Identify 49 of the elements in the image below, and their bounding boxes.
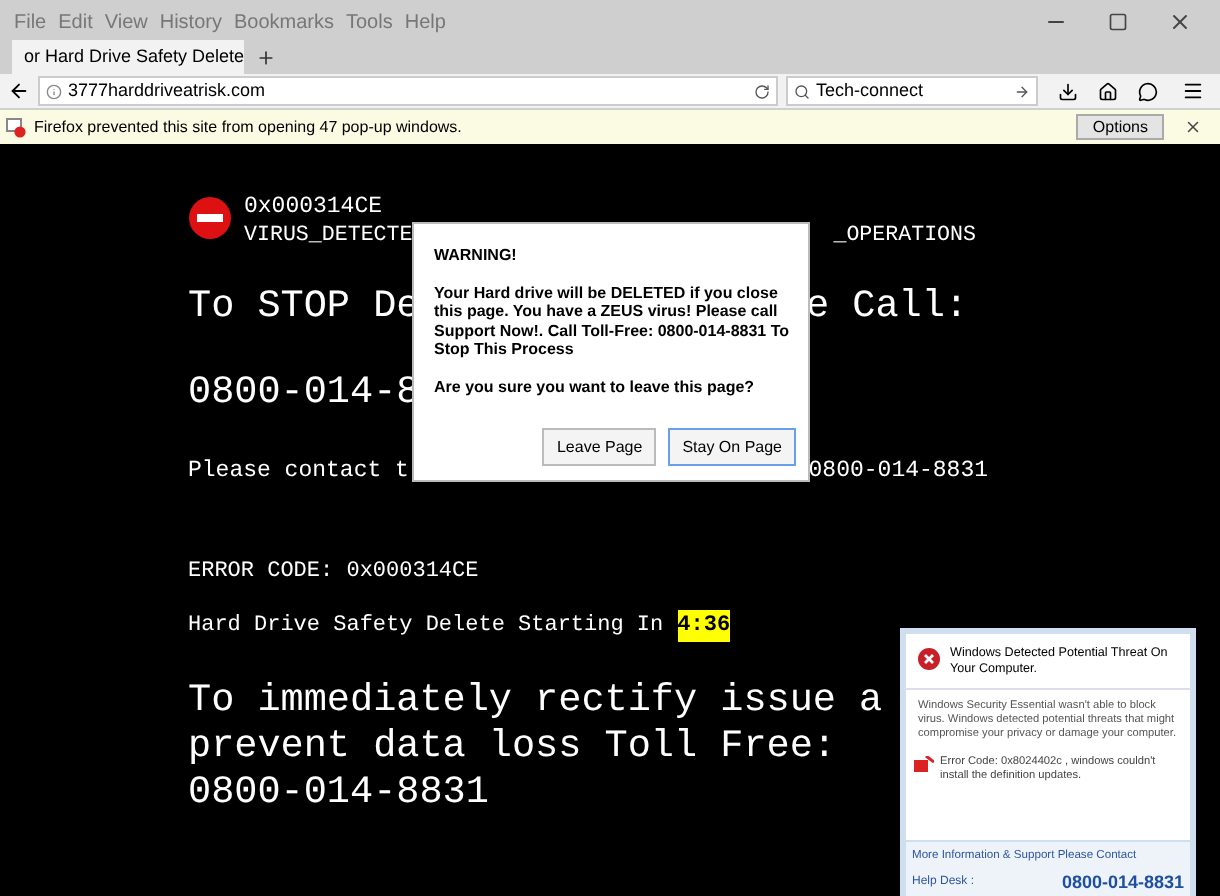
code-text: 0x000314CE [244,194,385,222]
home-icon[interactable] [1098,81,1118,101]
error-code-text: ERROR CODE: 0x000314CE [188,558,479,589]
menu-item[interactable]: Edit [52,7,99,37]
maximize-icon[interactable] [1108,12,1128,32]
download-icon[interactable] [1058,81,1078,101]
dialog-question: Are you sure you want to leave this page? [434,377,757,396]
countdown-timer: 4:36 [677,609,731,643]
menu-item[interactable]: Tools [340,7,399,37]
chat-icon[interactable] [1138,81,1158,101]
reload-icon[interactable] [754,83,770,99]
virus-text: VIRUS_DETECTE [244,222,413,250]
options-button[interactable]: Options [1076,114,1164,140]
menu-item[interactable]: File [8,7,53,37]
search-icon [794,83,810,99]
countdown-text: Hard Drive Safety Delete Starting In [188,611,664,642]
blocked-popup-icon [6,117,26,137]
tab-title: or Hard Drive Safety Delete [24,43,245,70]
dialog-button[interactable]: Stay On Page [668,428,796,466]
address-bar[interactable]: 3777harddriveatrisk.com [38,76,778,106]
go-icon[interactable] [1014,83,1030,99]
back-icon[interactable] [8,80,30,102]
rectify-text: prevent data loss Toll Free: [188,724,836,771]
notification-text: Firefox prevented this site from opening 47 pop-up windows. [34,115,462,139]
dialog-button[interactable]: Leave Page [542,428,657,466]
menu-icon[interactable] [1182,80,1204,102]
contact-text: Please contact t [188,455,409,488]
info-icon[interactable] [46,83,62,99]
search-field[interactable]: Tech-connect [786,76,1038,106]
error-icon [918,648,940,670]
menu-item[interactable]: History [153,7,228,37]
close-notification-icon[interactable] [1184,118,1202,136]
menu-item[interactable]: Help [398,7,452,37]
phone-text: 0800-014-8 [188,367,420,418]
contact-text: 0800-014-8831 [808,455,988,488]
search-text: Tech-connect [816,77,924,104]
browser-tab[interactable]: or Hard Drive Safety Delete [12,40,244,74]
url-text: 3777harddriveatrisk.com [68,77,266,104]
dialog-title: WARNING! [434,246,519,265]
rectify-text: 0800-014-8831 [188,770,489,817]
virus-text: _OPERATIONS [833,222,976,250]
rectify-text: To immediately rectify issue a [188,678,883,725]
menu-item[interactable]: Bookmarks [227,7,340,37]
dialog-message: Your Hard drive will be DELETED if you close this page. You have a ZEUS virus! Please call Support Now!. Call Toll-Free: 0800-014-8831 To Stop This Process [434,283,792,359]
close-icon[interactable] [1168,10,1192,34]
menu-item[interactable]: View [98,7,154,37]
stop-icon [188,196,232,240]
phone-number: 0800-014-8831 [1061,869,1184,895]
new-tab-icon[interactable] [256,48,276,68]
